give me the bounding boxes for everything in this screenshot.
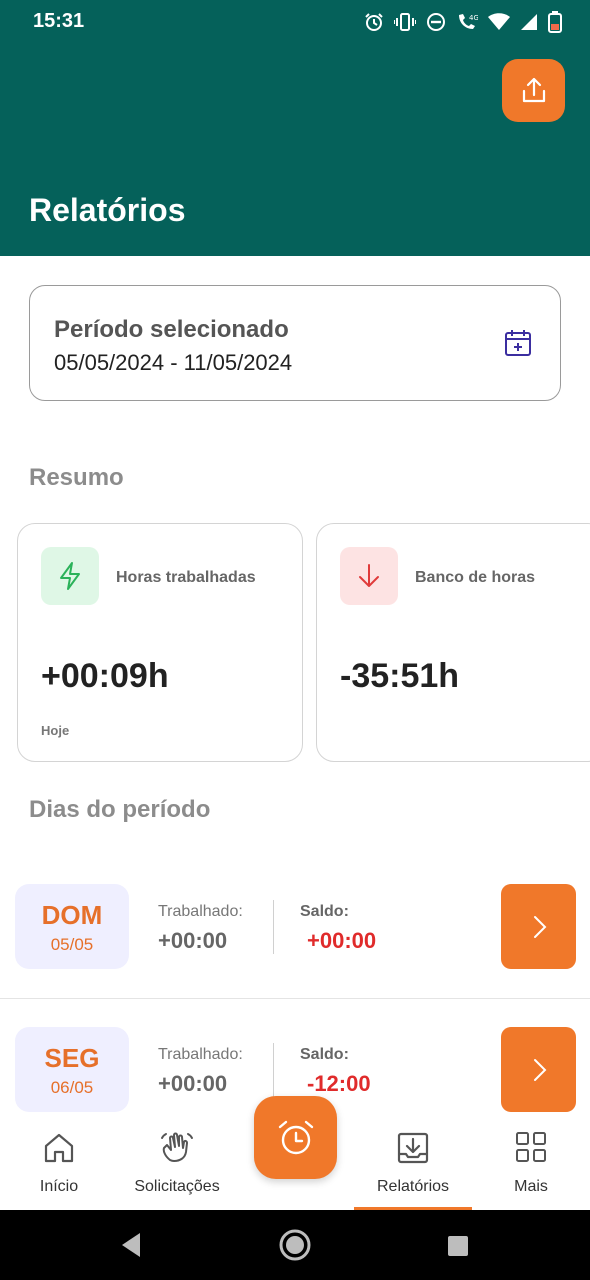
nav-item-mais[interactable]: Mais [495, 1112, 567, 1210]
day-row: DOM 05/05 Trabalhado: +00:00 Saldo: +00:… [0, 884, 590, 994]
worked-label: Trabalhado: [158, 903, 243, 920]
open-day-button[interactable] [501, 1027, 576, 1112]
divider [0, 998, 590, 999]
card-label: Banco de horas [415, 569, 536, 586]
summary-card-hours-worked: Horas trabalhadas +00:09h Hoje [17, 523, 303, 762]
dnd-icon [427, 13, 445, 31]
summary-card-hour-bank: Banco de horas -35:51h [316, 523, 590, 762]
period-selector[interactable]: Período selecionado 05/05/2024 - 11/05/2… [29, 285, 561, 401]
icon-badge [340, 547, 398, 605]
app-header: 15:31 4G Relatórios [0, 0, 590, 256]
battery-icon [548, 11, 562, 33]
balance-value: +00:00 [307, 928, 377, 953]
nav-item-inicio[interactable]: Início [17, 1112, 101, 1210]
page-title: Relatórios [29, 192, 186, 228]
nav-label: Início [39, 1178, 79, 1195]
nav-item-solicitacoes[interactable]: Solicitações [127, 1112, 227, 1210]
icon-badge [41, 547, 99, 605]
chevron-right-icon [533, 915, 546, 938]
card-note: Hoje [41, 723, 70, 738]
grid-icon [516, 1132, 546, 1162]
wifi-calling-icon: 4G [459, 14, 478, 29]
card-label: Horas trabalhadas [116, 569, 256, 586]
wifi-icon [488, 13, 510, 30]
home-system-icon[interactable] [278, 1228, 312, 1262]
clock-in-fab[interactable] [254, 1096, 337, 1179]
nav-label: Mais [514, 1178, 548, 1195]
nav-item-relatorios[interactable]: Relatórios [354, 1112, 472, 1210]
days-title: Dias do período [29, 796, 211, 823]
day-date: 06/05 [50, 1078, 94, 1097]
summary-title: Resumo [29, 464, 124, 491]
svg-text:4G: 4G [469, 14, 478, 22]
status-time: 15:31 [33, 10, 85, 32]
divider [273, 900, 274, 954]
open-day-button[interactable] [501, 884, 576, 969]
alarm-clock-icon [278, 1120, 313, 1154]
system-navigation-bar [0, 1210, 590, 1280]
day-name: DOM [41, 900, 103, 930]
balance-label: Saldo: [300, 1046, 349, 1063]
signal-icon [521, 14, 537, 30]
alarm-status-icon [365, 13, 383, 31]
balance-value: -12:00 [307, 1071, 371, 1096]
card-value: -35:51h [340, 657, 460, 695]
worked-value: +00:00 [158, 1071, 228, 1096]
status-bar: 15:31 4G [0, 0, 590, 44]
day-badge: SEG 06/05 [15, 1027, 129, 1112]
vibrate-icon [394, 13, 416, 31]
period-label: Período selecionado [54, 316, 289, 343]
day-name: SEG [44, 1043, 100, 1073]
arrow-down-icon [359, 564, 379, 587]
nav-label: Relatórios [376, 1178, 450, 1195]
lightning-icon [60, 562, 80, 590]
download-tray-icon [397, 1132, 429, 1164]
calendar-add-icon[interactable] [503, 328, 533, 358]
nav-label: Solicitações [134, 1178, 220, 1195]
worked-label: Trabalhado: [158, 1046, 243, 1063]
balance-label: Saldo: [300, 903, 349, 920]
share-upload-icon [522, 77, 545, 102]
share-button[interactable] [502, 59, 565, 122]
back-icon[interactable] [118, 1230, 144, 1260]
period-value: 05/05/2024 - 11/05/2024 [54, 350, 293, 375]
divider [273, 1043, 274, 1097]
recents-icon[interactable] [446, 1234, 470, 1258]
card-value: +00:09h [41, 657, 169, 695]
home-icon [44, 1133, 74, 1163]
status-icons: 4G [364, 10, 562, 34]
day-date: 05/05 [50, 935, 94, 954]
worked-value: +00:00 [158, 928, 228, 953]
day-badge: DOM 05/05 [15, 884, 129, 969]
waving-hand-icon [161, 1132, 193, 1162]
chevron-right-icon [533, 1058, 546, 1081]
